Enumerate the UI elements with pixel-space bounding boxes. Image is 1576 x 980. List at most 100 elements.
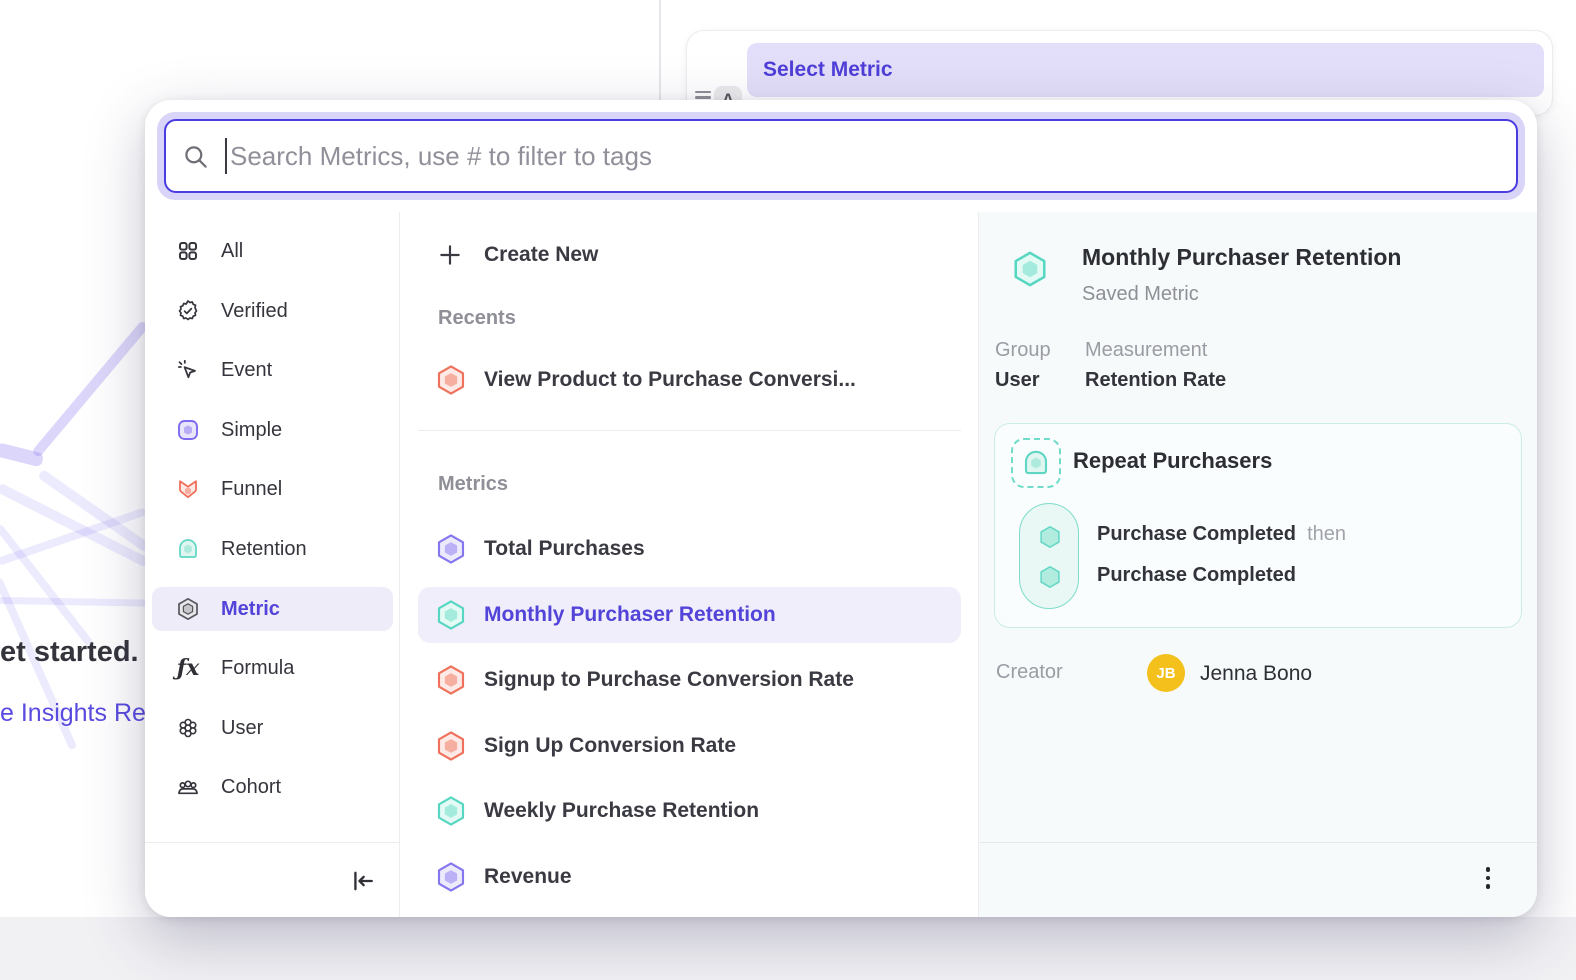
retention-metric-hexagon-icon bbox=[435, 599, 467, 631]
detail-title: Monthly Purchaser Retention bbox=[1082, 244, 1401, 271]
grid-icon bbox=[176, 239, 200, 263]
step-connector: then bbox=[1302, 523, 1347, 545]
metric-row-weekly-purchase-retention[interactable]: Weekly Purchase Retention bbox=[418, 783, 961, 839]
metric-label: Signup to Purchase Conversion Rate bbox=[484, 668, 854, 692]
sidebar-item-label: Retention bbox=[221, 538, 307, 561]
retention-definition-icon bbox=[1011, 438, 1061, 488]
sidebar-item-simple[interactable]: Simple bbox=[152, 408, 393, 452]
step-hexagon-icon bbox=[1037, 524, 1063, 550]
recents-section-label: Recents bbox=[438, 307, 516, 330]
page-background-strip bbox=[0, 917, 1576, 980]
simple-metric-hexagon-icon bbox=[435, 533, 467, 565]
formula-icon: ƒx bbox=[176, 656, 200, 680]
metrics-section-label: Metrics bbox=[438, 473, 508, 496]
background-headline-fragment: et started. bbox=[0, 636, 139, 669]
creator-label: Creator bbox=[996, 661, 1063, 684]
retention-metric-hexagon-icon bbox=[1011, 250, 1049, 288]
sidebar-footer bbox=[145, 842, 400, 917]
background-panel-divider bbox=[659, 0, 661, 100]
metric-definition-card: Repeat Purchasers Purchase Completed the… bbox=[994, 423, 1522, 628]
sidebar-item-formula[interactable]: ƒx Formula bbox=[152, 646, 393, 690]
metric-row-revenue[interactable]: Revenue bbox=[418, 849, 961, 905]
search-input[interactable] bbox=[230, 141, 1500, 172]
step-event-name: Purchase Completed bbox=[1097, 564, 1296, 586]
funnel-metric-hexagon-icon bbox=[435, 730, 467, 762]
collapse-to-left-icon bbox=[349, 867, 377, 895]
simple-metric-icon bbox=[176, 418, 200, 442]
search-icon bbox=[182, 143, 209, 170]
definition-step-2: Purchase Completed bbox=[1097, 564, 1296, 587]
sidebar-item-metric[interactable]: Metric bbox=[152, 587, 393, 631]
definition-name: Repeat Purchasers bbox=[1073, 448, 1272, 474]
metric-row-monthly-purchaser-retention[interactable]: Monthly Purchaser Retention bbox=[418, 587, 961, 643]
metric-picker-modal: All Verified bbox=[145, 100, 1537, 917]
metric-label: Monthly Purchaser Retention bbox=[484, 603, 776, 627]
retention-icon bbox=[176, 537, 200, 561]
metric-label: Revenue bbox=[484, 865, 572, 889]
step-hexagon-icon bbox=[1037, 564, 1063, 590]
metric-detail-panel: Monthly Purchaser Retention Saved Metric… bbox=[979, 212, 1537, 917]
retention-metric-hexagon-icon bbox=[435, 795, 467, 827]
detail-type-label: Saved Metric bbox=[1082, 283, 1199, 306]
creator-avatar: JB bbox=[1147, 654, 1185, 692]
measurement-label: Measurement bbox=[1085, 339, 1207, 362]
illustration-line bbox=[31, 320, 149, 458]
background-link-fragment[interactable]: e Insights Re bbox=[0, 699, 146, 728]
sidebar-item-retention[interactable]: Retention bbox=[152, 527, 393, 571]
category-sidebar: All Verified bbox=[145, 212, 400, 917]
metric-label: Sign Up Conversion Rate bbox=[484, 734, 736, 758]
cohort-people-icon bbox=[176, 775, 200, 799]
sidebar-item-label: All bbox=[221, 240, 243, 263]
simple-metric-hexagon-icon bbox=[435, 861, 467, 893]
sidebar-item-all[interactable]: All bbox=[152, 229, 393, 273]
metric-row-total-purchases[interactable]: Total Purchases bbox=[418, 521, 961, 577]
more-options-button[interactable] bbox=[1470, 860, 1506, 896]
funnel-icon bbox=[176, 477, 200, 501]
sidebar-item-label: Cohort bbox=[221, 776, 281, 799]
metric-row-signup-to-purchase-conversion-rate[interactable]: Signup to Purchase Conversion Rate bbox=[418, 652, 961, 708]
sidebar-item-label: Simple bbox=[221, 419, 282, 442]
sidebar-item-verified[interactable]: Verified bbox=[152, 289, 393, 333]
detail-footer-divider bbox=[979, 842, 1537, 843]
select-metric-label: Select Metric bbox=[747, 43, 1544, 97]
definition-step-1: Purchase Completed then bbox=[1097, 523, 1346, 546]
illustration-line bbox=[0, 597, 150, 607]
event-cursor-icon bbox=[176, 358, 200, 382]
sidebar-item-label: Funnel bbox=[221, 478, 282, 501]
group-value: User bbox=[995, 369, 1039, 392]
plus-icon bbox=[437, 242, 463, 268]
screen: et started. e Insights Re A Select Metri… bbox=[0, 0, 1576, 980]
sidebar-item-label: Event bbox=[221, 359, 272, 382]
funnel-metric-hexagon-icon bbox=[435, 664, 467, 696]
retention-steps-capsule bbox=[1019, 503, 1079, 609]
metric-label: Total Purchases bbox=[484, 537, 645, 561]
verified-badge-icon bbox=[176, 299, 200, 323]
metric-label: Weekly Purchase Retention bbox=[484, 799, 759, 823]
sidebar-item-user[interactable]: User bbox=[152, 706, 393, 750]
funnel-metric-hexagon-icon bbox=[435, 364, 467, 396]
search-field[interactable] bbox=[164, 119, 1518, 193]
sidebar-item-label: Metric bbox=[221, 598, 280, 621]
recent-metric-label: View Product to Purchase Conversi... bbox=[484, 368, 856, 392]
section-divider bbox=[418, 430, 961, 431]
group-label: Group bbox=[995, 339, 1051, 362]
select-metric-chip[interactable]: Select Metric bbox=[747, 43, 1544, 97]
sidebar-item-label: Formula bbox=[221, 657, 294, 680]
sidebar-item-event[interactable]: Event bbox=[152, 348, 393, 392]
recent-metric-row[interactable]: View Product to Purchase Conversi... bbox=[418, 358, 961, 402]
measurement-value: Retention Rate bbox=[1085, 369, 1226, 392]
metric-hexagon-icon bbox=[176, 597, 200, 621]
collapse-sidebar-button[interactable] bbox=[344, 862, 382, 900]
metric-list-panel: Create New Recents View Product to Purch… bbox=[401, 212, 979, 917]
create-new-button[interactable]: Create New bbox=[418, 233, 961, 277]
user-cluster-icon bbox=[176, 716, 200, 740]
create-new-label: Create New bbox=[484, 243, 598, 267]
sidebar-item-label: Verified bbox=[221, 300, 288, 323]
step-event-name: Purchase Completed bbox=[1097, 523, 1296, 545]
sidebar-item-label: User bbox=[221, 717, 263, 740]
metric-row-sign-up-conversion-rate[interactable]: Sign Up Conversion Rate bbox=[418, 718, 961, 774]
text-cursor bbox=[225, 138, 227, 174]
creator-name: Jenna Bono bbox=[1200, 662, 1312, 686]
sidebar-item-cohort[interactable]: Cohort bbox=[152, 765, 393, 809]
sidebar-item-funnel[interactable]: Funnel bbox=[152, 467, 393, 511]
